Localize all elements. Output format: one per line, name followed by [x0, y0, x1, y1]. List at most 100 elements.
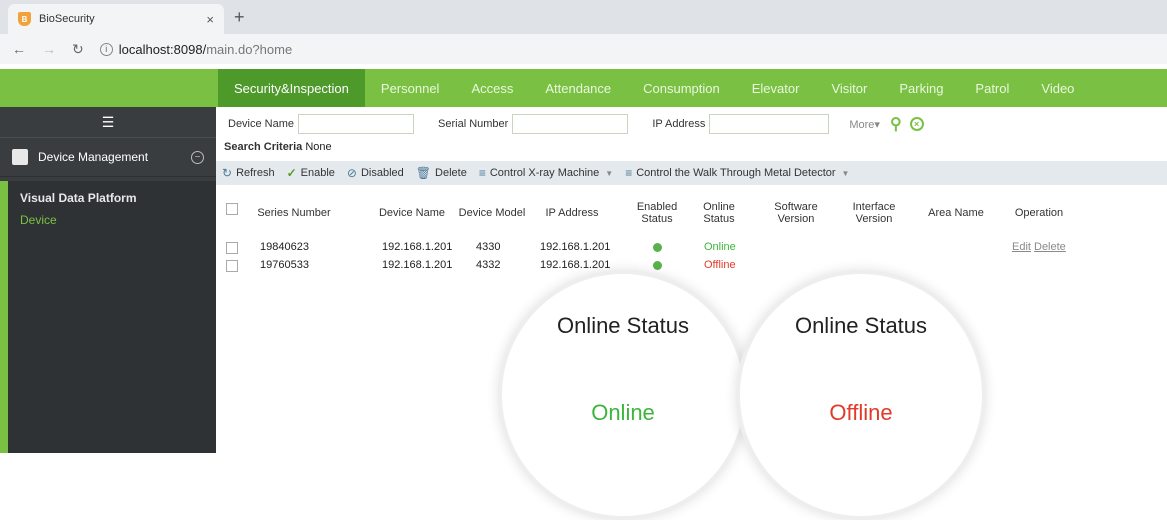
- delete-button[interactable]: 🗑 Delete: [416, 166, 467, 180]
- sidebar-items: Visual Data Platform Device: [0, 181, 216, 453]
- col-software-version[interactable]: Software Version: [766, 201, 826, 225]
- cell-series-number: 19760533: [260, 259, 309, 271]
- sidebar-item-visual-data-platform[interactable]: Visual Data Platform: [8, 181, 216, 205]
- browser-tabbar: B BioSecurity × +: [0, 0, 1167, 34]
- xray-control-button[interactable]: ≡ Control X-ray Machine ▼: [479, 166, 613, 180]
- info-icon[interactable]: i: [99, 42, 113, 56]
- sidebar-item-device[interactable]: Device: [8, 205, 216, 227]
- tab-visitor[interactable]: Visitor: [815, 69, 883, 107]
- col-ip-address[interactable]: IP Address: [534, 207, 610, 219]
- col-interface-version[interactable]: Interface Version: [844, 201, 904, 225]
- collapse-menu-icon[interactable]: ☰: [0, 107, 216, 137]
- collapse-group-icon[interactable]: −: [191, 150, 204, 164]
- toolbar: ↻ Refresh ✓ Enable ⊘ Disabled 🗑 Delete ≡ Cont…: [216, 161, 1167, 185]
- callout-title: Online Status: [794, 313, 928, 338]
- callout-value: Offline: [829, 400, 893, 425]
- col-operation[interactable]: Operation: [1006, 207, 1072, 219]
- forward-icon[interactable]: →: [42, 41, 56, 57]
- cell-device-model: 4330: [476, 241, 501, 253]
- cell-online-status: Offline: [704, 259, 736, 271]
- ip-address-label: IP Address: [652, 118, 706, 130]
- sidebar-group-label: Device Management: [38, 150, 149, 164]
- col-area-name[interactable]: Area Name: [924, 207, 988, 219]
- refresh-button[interactable]: ↻ Refresh: [222, 166, 275, 180]
- enable-button[interactable]: ✓ Enable: [287, 166, 335, 180]
- clear-icon[interactable]: ×: [909, 117, 924, 131]
- reload-icon[interactable]: ↻: [72, 41, 84, 58]
- sidebar-group-device-management[interactable]: Device Management −: [0, 137, 216, 177]
- table-header: Series Number Device Name Device Model I…: [216, 191, 1167, 235]
- metal-detector-control-button[interactable]: ≡ Control the Walk Through Metal Detector…: [625, 166, 849, 180]
- shield-icon: B: [18, 12, 31, 26]
- col-series-number[interactable]: Series Number: [250, 207, 338, 219]
- cell-device-name: 192.168.1.201: [382, 241, 453, 253]
- refresh-label: Refresh: [236, 167, 275, 179]
- check-icon: ✓: [286, 166, 297, 180]
- zoom-callout-online: Online Status Online: [498, 270, 748, 520]
- enable-label: Enable: [300, 167, 335, 179]
- sidebar: ☰ Device Management − Visual Data Platfo…: [0, 107, 216, 453]
- disabled-button[interactable]: ⊘ Disabled: [347, 166, 404, 180]
- row-checkbox[interactable]: [226, 260, 238, 272]
- url-path: main.do?home: [206, 41, 293, 57]
- col-enabled-status[interactable]: Enabled Status: [632, 201, 682, 225]
- metal-detector-control-label: Control the Walk Through Metal Detector: [636, 167, 836, 179]
- address-bar: ← → ↻ i localhost:8098/main.do?home: [0, 34, 1167, 64]
- row-checkbox[interactable]: [226, 242, 238, 254]
- table-row[interactable]: 19840623 192.168.1.201 4330 192.168.1.20…: [216, 241, 1167, 259]
- browser-tab[interactable]: B BioSecurity ×: [8, 4, 224, 34]
- enabled-status-icon: [653, 261, 662, 273]
- header-logo-area: [0, 69, 216, 107]
- device-icon: [12, 149, 28, 165]
- close-icon[interactable]: ×: [206, 12, 214, 27]
- tab-parking[interactable]: Parking: [883, 69, 959, 107]
- enabled-status-icon: [653, 243, 662, 255]
- search-criteria: Search Criteria None: [224, 141, 332, 153]
- cell-ip-address: 192.168.1.201: [540, 259, 611, 271]
- chevron-down-icon: ▼: [605, 168, 614, 178]
- callout-value: Online: [591, 400, 655, 425]
- ip-address-input[interactable]: [709, 114, 830, 134]
- cell-device-model: 4332: [476, 259, 501, 271]
- delete-link[interactable]: Delete: [1034, 241, 1066, 253]
- cell-online-status: Online: [704, 241, 736, 253]
- app-header: Security&Inspection Personnel Access Att…: [0, 69, 1167, 107]
- xray-control-label: Control X-ray Machine: [489, 167, 600, 179]
- list-icon: ≡: [478, 166, 486, 180]
- search-criteria-value: None: [305, 141, 332, 153]
- more-dropdown[interactable]: More▾: [849, 118, 880, 131]
- delete-label: Delete: [435, 167, 467, 179]
- search-row: Device Name Serial Number IP Address Mor…: [216, 113, 1167, 135]
- url-field[interactable]: localhost:8098/main.do?home: [119, 42, 292, 57]
- tab-attendance[interactable]: Attendance: [529, 69, 627, 107]
- browser-tab-title: BioSecurity: [39, 13, 95, 25]
- table-row[interactable]: 19760533 192.168.1.201 4332 192.168.1.20…: [216, 259, 1167, 277]
- tab-consumption[interactable]: Consumption: [627, 69, 736, 107]
- tab-patrol[interactable]: Patrol: [959, 69, 1025, 107]
- back-icon[interactable]: ←: [12, 41, 26, 57]
- col-online-status[interactable]: Online Status: [694, 201, 744, 225]
- tab-elevator[interactable]: Elevator: [736, 69, 816, 107]
- col-device-name[interactable]: Device Name: [374, 207, 450, 219]
- search-criteria-label: Search Criteria: [224, 141, 303, 153]
- refresh-icon: ↻: [222, 166, 233, 180]
- new-tab-button[interactable]: +: [234, 7, 245, 28]
- tab-access[interactable]: Access: [455, 69, 529, 107]
- col-device-model[interactable]: Device Model: [454, 207, 530, 219]
- select-all-checkbox[interactable]: [226, 203, 238, 215]
- tab-personnel[interactable]: Personnel: [365, 69, 456, 107]
- url-host: localhost:8098/: [118, 41, 207, 57]
- list-icon: ≡: [625, 166, 633, 180]
- callout-title: Online Status: [556, 313, 690, 338]
- serial-number-input[interactable]: [512, 114, 629, 134]
- device-name-label: Device Name: [228, 118, 295, 130]
- cell-ip-address: 192.168.1.201: [540, 241, 611, 253]
- tab-video[interactable]: Video: [1025, 69, 1090, 107]
- disabled-label: Disabled: [360, 167, 404, 179]
- device-name-input[interactable]: [298, 114, 415, 134]
- tab-security-inspection[interactable]: Security&Inspection: [218, 69, 365, 107]
- cell-series-number: 19840623: [260, 241, 309, 253]
- search-icon[interactable]: ⚲: [890, 114, 902, 134]
- disabled-icon: ⊘: [346, 166, 357, 180]
- edit-link[interactable]: Edit: [1012, 241, 1031, 253]
